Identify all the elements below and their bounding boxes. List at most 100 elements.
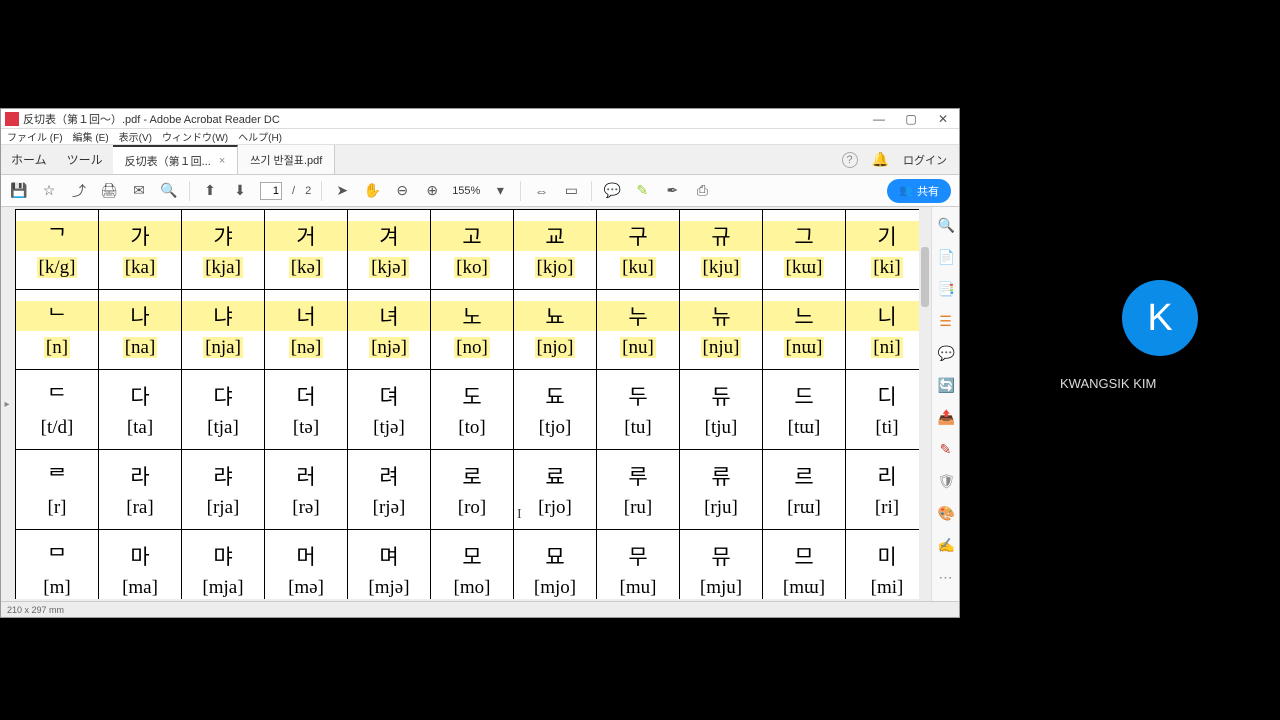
print-icon[interactable]: 🖨: [99, 181, 119, 201]
ipa-text: [kja]: [203, 257, 243, 278]
zoom-in-icon[interactable]: ⊕: [422, 181, 442, 201]
table-cell: ᄃ[t/d]: [16, 370, 99, 450]
page-number-input[interactable]: [260, 182, 282, 200]
document-tab-1[interactable]: 反切表（第１回... ×: [113, 145, 239, 174]
side-tool-icon[interactable]: 🎨: [938, 505, 954, 521]
hangul-char: 두: [597, 381, 679, 411]
share-people-icon: 👥: [899, 184, 913, 197]
notifications-icon[interactable]: 🔔: [872, 151, 889, 168]
ipa-text: [tjo]: [539, 417, 572, 438]
minimize-button[interactable]: —: [863, 109, 895, 129]
table-cell: 마[ma]: [99, 530, 182, 600]
fit-page-icon[interactable]: ▭: [561, 181, 581, 201]
side-tool-icon[interactable]: ✍: [938, 537, 954, 553]
table-cell: 됴[tjo]: [514, 370, 597, 450]
side-tool-icon[interactable]: 📑: [938, 281, 954, 297]
table-cell: 랴[rja]: [182, 450, 265, 530]
table-cell: 뎌[tjə]: [348, 370, 431, 450]
hangul-char: 댜: [182, 381, 264, 411]
side-tool-icon[interactable]: 🔍: [938, 217, 954, 233]
hangul-char: 규: [680, 221, 762, 251]
save-icon[interactable]: 💾: [9, 181, 29, 201]
zoom-out-icon[interactable]: ⊖: [392, 181, 412, 201]
table-cell: 듀[tju]: [680, 370, 763, 450]
table-cell: 디[ti]: [846, 370, 929, 450]
scrollbar-thumb[interactable]: [921, 247, 929, 307]
side-tool-icon[interactable]: ☰: [938, 313, 954, 329]
ipa-text: [nɯ]: [784, 337, 825, 358]
ipa-text: [kɯ]: [784, 257, 825, 278]
table-cell: 도[to]: [431, 370, 514, 450]
ipa-text: [rju]: [704, 497, 738, 518]
menu-window[interactable]: ウィンドウ(W): [162, 129, 228, 144]
page-down-icon[interactable]: ⬇: [230, 181, 250, 201]
vertical-scrollbar[interactable]: [919, 207, 931, 601]
hangul-char: 뮤: [680, 541, 762, 571]
left-pane-toggle[interactable]: ▸: [1, 207, 13, 601]
hangul-char: ᄀ: [16, 221, 98, 251]
hangul-char: 며: [348, 541, 430, 571]
ipa-text: [rja]: [207, 497, 240, 518]
fit-width-icon[interactable]: ⇔: [531, 181, 551, 201]
ipa-text: [ma]: [122, 577, 158, 598]
hangul-char: 교: [514, 221, 596, 251]
document-tab-1-label: 反切表（第１回...: [125, 153, 211, 169]
upload-icon[interactable]: ⤴: [69, 181, 89, 201]
ipa-text: [r]: [48, 497, 67, 518]
close-button[interactable]: ✕: [927, 109, 959, 129]
login-button[interactable]: ログイン: [903, 152, 947, 168]
comment-icon[interactable]: 💬: [602, 181, 622, 201]
table-cell: 갸[kja]: [182, 210, 265, 290]
table-cell: ᄀ[k/g]: [16, 210, 99, 290]
menu-help[interactable]: ヘルプ(H): [238, 129, 282, 144]
zoom-dropdown-icon[interactable]: ▾: [490, 181, 510, 201]
side-tool-icon[interactable]: ✎: [938, 441, 954, 457]
hangul-char: 구: [597, 221, 679, 251]
ipa-text: [nju]: [701, 337, 742, 358]
ipa-text: [ri]: [875, 497, 899, 518]
help-icon[interactable]: ?: [842, 152, 858, 168]
share-label: 共有: [917, 183, 939, 199]
hand-tool-icon[interactable]: ✋: [362, 181, 382, 201]
share-button[interactable]: 👥 共有: [887, 179, 951, 203]
stamp-icon[interactable]: ⎙: [692, 181, 712, 201]
side-tool-icon[interactable]: 📤: [938, 409, 954, 425]
select-tool-icon[interactable]: ➤: [332, 181, 352, 201]
ipa-text: [rjə]: [373, 497, 406, 518]
star-icon[interactable]: ☆: [39, 181, 59, 201]
zoom-level[interactable]: 155%: [452, 185, 480, 197]
tools-tab[interactable]: ツール: [57, 145, 113, 174]
document-tab-1-close-icon[interactable]: ×: [219, 155, 225, 167]
table-cell: 무[mu]: [597, 530, 680, 600]
menu-view[interactable]: 表示(V): [119, 129, 152, 144]
document-tab-2[interactable]: 쓰기 반절표.pdf: [238, 145, 335, 174]
menu-edit[interactable]: 編集 (E): [73, 129, 109, 144]
table-cell: 느[nɯ]: [763, 290, 846, 370]
table-cell: 러[rə]: [265, 450, 348, 530]
side-tool-icon[interactable]: 📄: [938, 249, 954, 265]
email-icon[interactable]: ✉: [129, 181, 149, 201]
maximize-button[interactable]: ▢: [895, 109, 927, 129]
hangul-char: 모: [431, 541, 513, 571]
sign-icon[interactable]: ✒: [662, 181, 682, 201]
table-cell: 누[nu]: [597, 290, 680, 370]
side-tool-icon[interactable]: 💬: [938, 345, 954, 361]
side-tool-icon[interactable]: 🔄: [938, 377, 954, 393]
table-cell: 뉴[nju]: [680, 290, 763, 370]
table-cell: 나[na]: [99, 290, 182, 370]
side-tool-icon[interactable]: 🛡: [938, 473, 954, 489]
search-icon[interactable]: 🔍: [159, 181, 179, 201]
home-tab[interactable]: ホーム: [1, 145, 57, 174]
highlight-icon[interactable]: ✎: [632, 181, 652, 201]
page-up-icon[interactable]: ⬆: [200, 181, 220, 201]
document-view[interactable]: ᄀ[k/g]가[ka]갸[kja]거[kə]겨[kjə]고[ko]교[kjo]구…: [15, 209, 929, 599]
tab-bar: ホーム ツール 反切表（第１回... × 쓰기 반절표.pdf ? 🔔 ログイン: [1, 145, 959, 175]
participant-name: KWANGSIK KIM: [1060, 376, 1260, 391]
hangul-char: 무: [597, 541, 679, 571]
table-cell: 녀[njə]: [348, 290, 431, 370]
side-tool-icon[interactable]: ⋯: [938, 569, 954, 585]
menu-file[interactable]: ファイル (F): [7, 129, 63, 144]
hangul-char: 녀: [348, 301, 430, 331]
table-cell: 고[ko]: [431, 210, 514, 290]
hangul-char: 므: [763, 541, 845, 571]
